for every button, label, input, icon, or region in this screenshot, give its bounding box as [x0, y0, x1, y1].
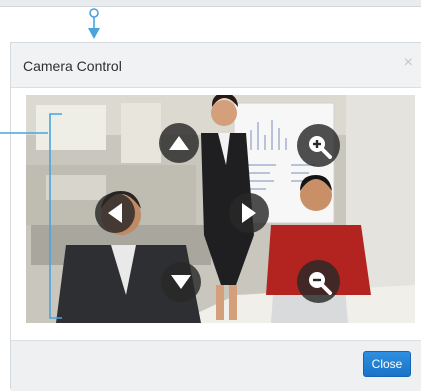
zoom-out-button[interactable]	[297, 260, 340, 303]
arrow-down-icon	[171, 275, 191, 289]
close-button[interactable]: Close	[363, 351, 411, 377]
connector-pin-icon	[88, 8, 100, 39]
pan-left-button[interactable]	[95, 193, 135, 233]
arrow-right-icon	[242, 203, 256, 223]
dialog-header: Camera Control ×	[11, 43, 421, 88]
pan-right-button[interactable]	[229, 193, 269, 233]
zoom-in-icon	[308, 135, 332, 159]
zoom-in-button[interactable]	[297, 124, 340, 167]
arrow-left-icon	[108, 203, 122, 223]
previous-panel-edge	[0, 0, 421, 7]
zoom-out-icon	[308, 271, 332, 295]
callout-bracket	[0, 113, 62, 319]
pan-up-button[interactable]	[159, 123, 199, 163]
dialog-title: Camera Control	[23, 58, 122, 74]
close-icon[interactable]: ×	[404, 55, 413, 71]
dialog-footer: Close	[11, 340, 421, 391]
camera-video-feed	[26, 95, 415, 323]
pan-down-button[interactable]	[161, 262, 201, 302]
arrow-up-icon	[169, 136, 189, 150]
